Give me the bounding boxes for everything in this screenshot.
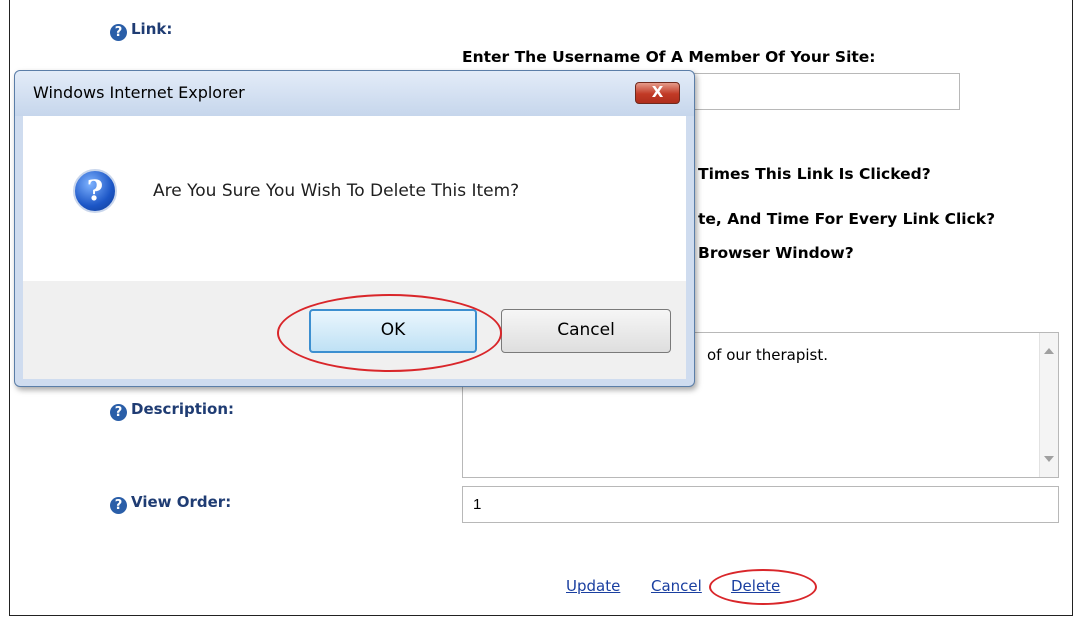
scroll-down-arrow-icon[interactable] [1044, 456, 1054, 462]
ok-highlight-circle [277, 294, 502, 372]
link-label-text: Link: [131, 20, 173, 38]
dialog-titlebar[interactable]: Windows Internet Explorer X [15, 71, 694, 116]
description-field-label: ? Description: [110, 400, 234, 421]
date-time-question: te, And Time For Every Link Click? [698, 210, 996, 228]
dialog-body: ? Are You Sure You Wish To Delete This I… [23, 116, 686, 281]
username-prompt: Enter The Username Of A Member Of Your S… [462, 48, 876, 66]
browser-window-question: Browser Window? [698, 244, 854, 262]
description-text: of our therapist. [707, 346, 828, 364]
view-order-input[interactable] [462, 486, 1059, 523]
times-clicked-question: Times This Link Is Clicked? [698, 165, 931, 183]
scroll-up-arrow-icon[interactable] [1044, 348, 1054, 354]
help-icon[interactable]: ? [110, 497, 127, 514]
delete-highlight-circle [709, 569, 817, 605]
view-order-label-text: View Order: [131, 493, 232, 511]
link-field-label: ? Link: [110, 20, 172, 41]
cancel-button[interactable]: Cancel [501, 309, 671, 353]
close-icon[interactable]: X [635, 82, 680, 104]
description-scrollbar[interactable] [1039, 333, 1058, 477]
help-icon[interactable]: ? [110, 24, 127, 41]
help-icon[interactable]: ? [110, 404, 127, 421]
dialog-message: Are You Sure You Wish To Delete This Ite… [153, 181, 520, 201]
cancel-link[interactable]: Cancel [651, 577, 702, 595]
update-link[interactable]: Update [566, 577, 620, 595]
description-label-text: Description: [131, 400, 235, 418]
view-order-field-label: ? View Order: [110, 493, 231, 514]
dialog-title: Windows Internet Explorer [33, 83, 245, 102]
question-icon: ? [73, 169, 117, 213]
